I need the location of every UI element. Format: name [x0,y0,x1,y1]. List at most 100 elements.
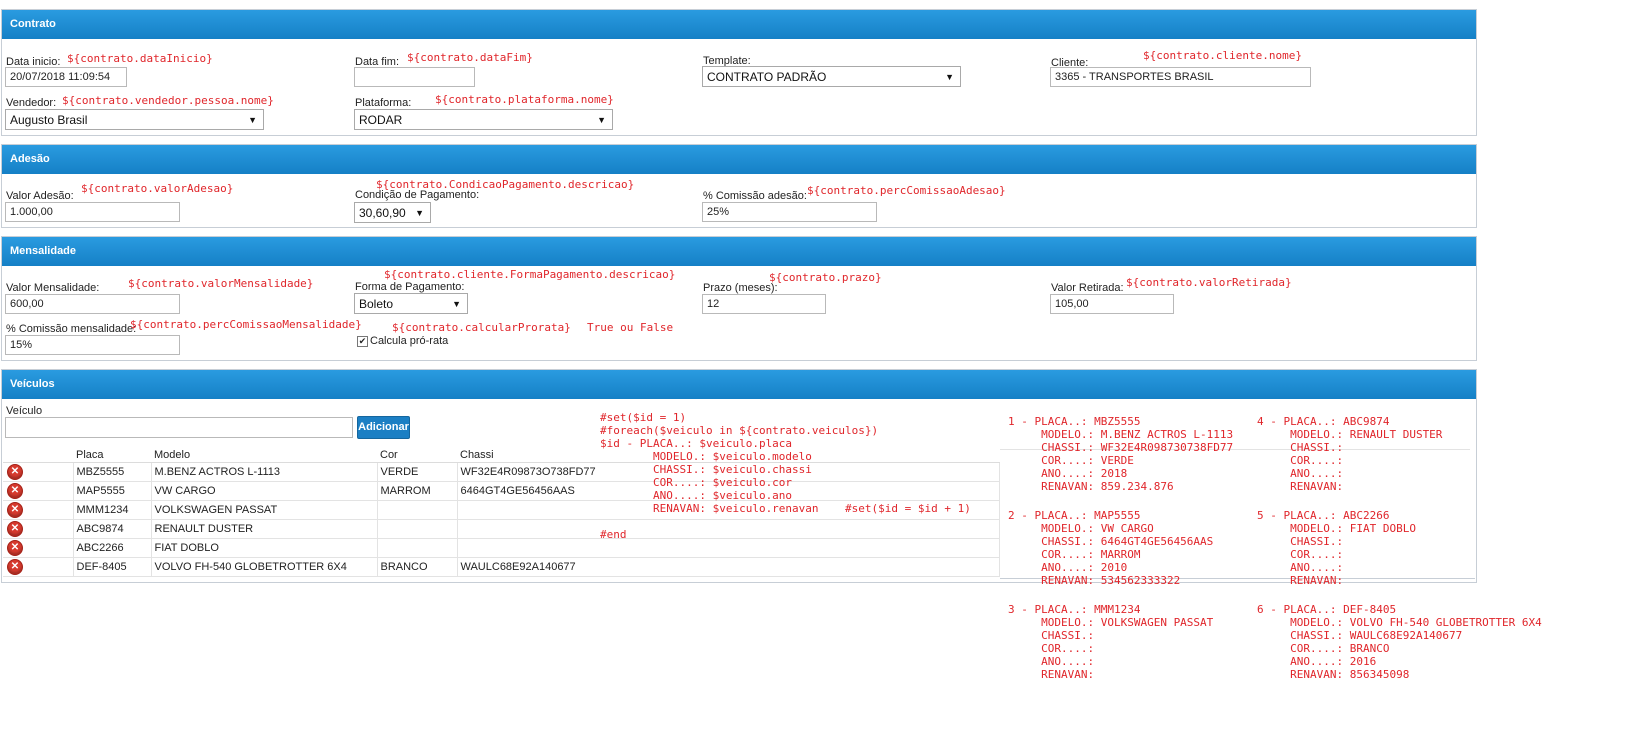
chevron-down-icon: ▼ [415,208,424,218]
cell-modelo: VOLKSWAGEN PASSAT [151,500,378,520]
delete-circle-icon[interactable]: ✕ [7,464,23,480]
cell-cor [377,538,458,558]
comissao-adesao-input[interactable]: 25% [702,202,877,222]
forma-pagamento-annotation: ${contrato.cliente.FormaPagamento.descri… [384,268,676,281]
delete-circle-icon[interactable]: ✕ [7,559,23,575]
condicao-select[interactable]: 30,60,90 ▼ [354,202,431,223]
delete-circle-icon[interactable]: ✕ [7,540,23,556]
prorata-annotation-note: True ou False [587,321,674,334]
cell-modelo: M.BENZ ACTROS L-1113 [151,462,378,482]
valor-mensalidade-input[interactable]: 600,00 [5,294,180,314]
valor-retirada-annotation: ${contrato.valorRetirada} [1126,276,1292,289]
condicao-label: Condição de Pagamento: [355,189,480,201]
cell-modelo: RENAULT DUSTER [151,519,378,539]
cell-placa: MAP5555 [73,481,152,501]
output-block-1: 1 - PLACA..: MBZ5555 MODELO.: M.BENZ ACT… [1008,415,1234,493]
output-block-4: 4 - PLACA..: ABC9874 MODELO.: RENAULT DU… [1257,415,1443,493]
comissao-adesao-label: % Comissão adesão: [703,190,807,202]
delete-cell: ✕ [3,538,74,558]
chevron-down-icon: ▼ [597,115,606,125]
delete-circle-icon[interactable]: ✕ [7,521,23,537]
plataforma-select[interactable]: RODAR ▼ [354,109,613,130]
template-select-value: CONTRATO PADRÃO [707,70,827,84]
chevron-down-icon: ▼ [452,299,461,309]
output-block-6: 6 - PLACA..: DEF-8405 MODELO.: VOLVO FH-… [1257,603,1542,681]
chevron-down-icon: ▼ [248,115,257,125]
vendedor-annotation: ${contrato.vendedor.pessoa.nome} [62,94,274,107]
veiculos-header: Veículos [2,370,1476,399]
output-block-5: 5 - PLACA..: ABC2266 MODELO.: FIAT DOBLO… [1257,509,1416,587]
plataforma-select-value: RODAR [359,113,403,127]
valor-adesao-label: Valor Adesão: [6,190,74,202]
condicao-select-value: 30,60,90 [359,206,406,220]
cell-cor [377,500,458,520]
cell-placa: ABC2266 [73,538,152,558]
delete-cell: ✕ [3,500,74,520]
data-inicio-annotation: ${contrato.dataInicio} [67,52,213,65]
col-placa: Placa [73,447,151,463]
valor-retirada-input[interactable]: 105,00 [1050,294,1174,314]
vendedor-select-value: Augusto Brasil [10,113,88,127]
data-fim-input[interactable] [354,67,475,87]
comissao-mensalidade-annotation: ${contrato.percComissaoMensalidade} [130,318,362,331]
valor-mensalidade-label: Valor Mensalidade: [6,282,100,294]
forma-pagamento-select-value: Boleto [359,297,394,311]
mensalidade-header: Mensalidade [2,237,1476,266]
vendedor-select[interactable]: Augusto Brasil ▼ [5,109,264,130]
delete-cell: ✕ [3,519,74,539]
cell-cor: VERDE [377,462,458,482]
col-cor: Cor [377,447,457,463]
cell-chassi: WAULC68E92A140677 [457,557,1000,577]
comissao-mensalidade-label: % Comissão mensalidade: [6,323,137,335]
delete-cell: ✕ [3,481,74,501]
valor-adesao-annotation: ${contrato.valorAdesao} [81,182,234,195]
plataforma-annotation: ${contrato.plataforma.nome} [435,93,614,106]
prorata-label: Calcula pró-rata [370,335,449,347]
table-row: ✕ ABC2266 FIAT DOBLO [3,538,1000,558]
delete-cell: ✕ [3,557,74,577]
prorata-checkbox[interactable]: ✔ [357,336,368,347]
valor-retirada-label: Valor Retirada: [1051,282,1124,294]
col-delete [3,447,73,463]
plataforma-label: Plataforma: [355,97,412,109]
output-block-3: 3 - PLACA..: MMM1234 MODELO.: VOLKSWAGEN… [1008,603,1214,681]
cell-cor [377,519,458,539]
prazo-annotation: ${contrato.prazo} [769,271,882,284]
cell-cor: BRANCO [377,557,458,577]
cell-modelo: FIAT DOBLO [151,538,378,558]
forma-pagamento-select[interactable]: Boleto ▼ [354,293,468,314]
cell-chassi [457,538,1000,558]
template-select[interactable]: CONTRATO PADRÃO ▼ [702,66,961,87]
cell-modelo: VW CARGO [151,481,378,501]
veiculo-search-input[interactable] [5,417,353,438]
adicionar-button[interactable]: Adicionar [357,416,410,439]
data-fim-annotation: ${contrato.dataFim} [407,51,533,64]
chevron-down-icon: ▼ [945,72,954,82]
output-block-2: 2 - PLACA..: MAP5555 MODELO.: VW CARGO C… [1008,509,1214,587]
forma-pagamento-label: Forma de Pagamento: [355,281,465,293]
cliente-input[interactable]: 3365 - TRANSPORTES BRASIL [1050,67,1311,87]
data-inicio-input[interactable]: 20/07/2018 11:09:54 [5,67,127,87]
comissao-adesao-annotation: ${contrato.percComissaoAdesao} [807,184,1006,197]
prorata-annotation: ${contrato.calcularProrata} [392,321,571,334]
prazo-label: Prazo (meses): [703,282,778,294]
cell-modelo: VOLVO FH-540 GLOBETROTTER 6X4 [151,557,378,577]
velocity-template-code: #set($id = 1) #foreach($veiculo in ${con… [600,411,971,541]
cell-placa: ABC9874 [73,519,152,539]
veiculo-label: Veículo [6,405,43,417]
cell-placa: MMM1234 [73,500,152,520]
comissao-mensalidade-input[interactable]: 15% [5,335,180,355]
cliente-annotation: ${contrato.cliente.nome} [1143,49,1302,62]
delete-circle-icon[interactable]: ✕ [7,502,23,518]
cell-placa: MBZ5555 [73,462,152,482]
delete-circle-icon[interactable]: ✕ [7,483,23,499]
table-row: ✕ DEF-8405 VOLVO FH-540 GLOBETROTTER 6X4 BR… [3,557,1000,577]
prazo-input[interactable]: 12 [702,294,826,314]
delete-cell: ✕ [3,462,74,482]
adesao-header: Adesão [2,145,1476,174]
valor-mensalidade-annotation: ${contrato.valorMensalidade} [128,277,314,290]
valor-adesao-input[interactable]: 1.000,00 [5,202,180,222]
cell-placa: DEF-8405 [73,557,152,577]
col-modelo: Modelo [151,447,377,463]
vendedor-label: Vendedor: [6,97,57,109]
